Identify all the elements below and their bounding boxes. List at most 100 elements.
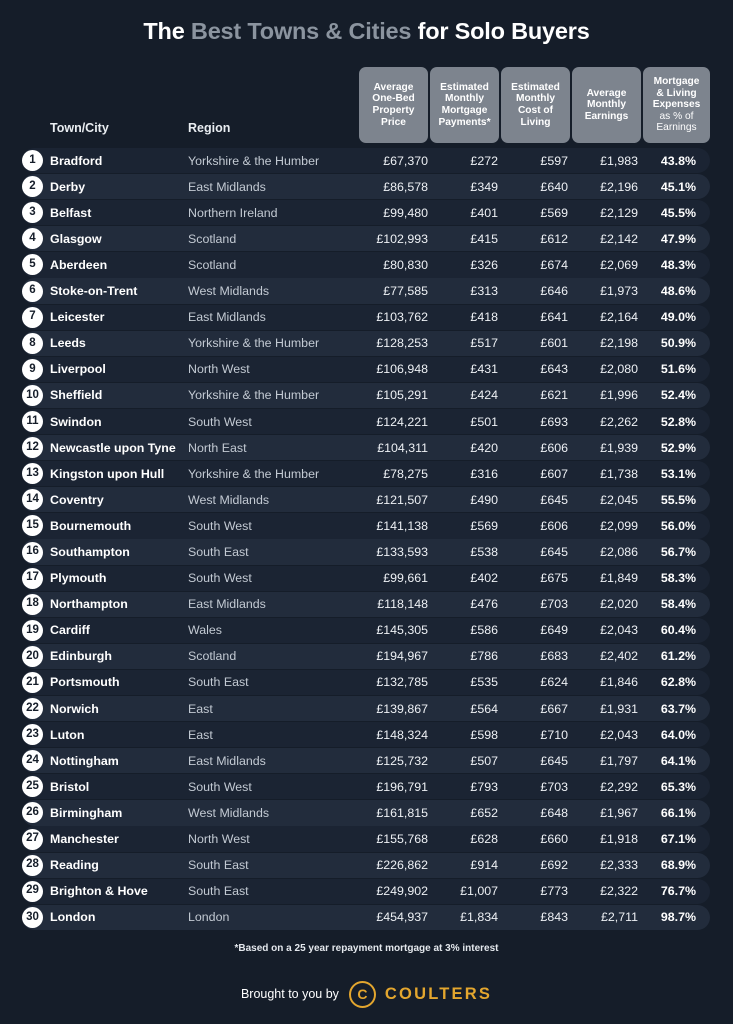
- town-name: Birmingham: [50, 800, 122, 825]
- region-name: South West: [188, 566, 252, 591]
- cost-of-living-value: £601: [500, 331, 568, 356]
- mortgage-value: £272: [430, 148, 498, 173]
- header-line: Expenses: [653, 99, 701, 111]
- property-price-value: £77,585: [334, 278, 428, 303]
- cost-of-living-value: £606: [500, 435, 568, 460]
- town-name: Reading: [50, 853, 99, 878]
- table-row: 8LeedsYorkshire & the Humber£128,253£517…: [0, 331, 733, 357]
- rank-badge: 18: [22, 594, 43, 615]
- earnings-value: £2,099: [570, 513, 638, 538]
- expenses-percent: 48.3%: [640, 252, 696, 277]
- town-name: Northampton: [50, 592, 128, 617]
- header-line: & Living: [656, 88, 696, 100]
- town-name: Kingston upon Hull: [50, 461, 164, 486]
- region-name: West Midlands: [188, 800, 269, 825]
- property-price-value: £105,291: [334, 383, 428, 408]
- earnings-value: £2,198: [570, 331, 638, 356]
- property-price-value: £132,785: [334, 670, 428, 695]
- column-header-town: Town/City: [50, 121, 109, 135]
- region-name: East Midlands: [188, 174, 266, 199]
- property-price-value: £249,902: [334, 879, 428, 904]
- page-title: The Best Towns & Cities for Solo Buyers: [143, 18, 589, 45]
- brought-to-you-by-label: Brought to you by: [241, 987, 339, 1001]
- town-name: Southampton: [50, 539, 130, 564]
- header-line: as % of: [660, 111, 694, 123]
- rank-badge: 6: [22, 281, 43, 302]
- cost-of-living-value: £607: [500, 461, 568, 486]
- table-row: 14CoventryWest Midlands£121,507£490£645£…: [0, 487, 733, 513]
- table-row: 20EdinburghScotland£194,967£786£683£2,40…: [0, 644, 733, 670]
- expenses-percent: 62.8%: [640, 670, 696, 695]
- coulters-logo-icon: C: [349, 981, 376, 1008]
- footnote: *Based on a 25 year repayment mortgage a…: [0, 943, 733, 954]
- column-header-property-price: Average One-Bed Property Price: [359, 67, 428, 143]
- property-price-value: £141,138: [334, 513, 428, 538]
- mortgage-value: £564: [430, 696, 498, 721]
- town-name: Newcastle upon Tyne: [50, 435, 176, 460]
- rank-badge: 22: [22, 698, 43, 719]
- rank-badge: 28: [22, 855, 43, 876]
- earnings-value: £1,738: [570, 461, 638, 486]
- town-name: Nottingham: [50, 748, 119, 773]
- header-line: Living: [521, 117, 551, 129]
- expenses-percent: 45.1%: [640, 174, 696, 199]
- table-row: 30LondonLondon£454,937£1,834£843£2,71198…: [0, 905, 733, 931]
- town-name: Leeds: [50, 331, 86, 356]
- region-name: South West: [188, 774, 252, 799]
- header-line: Average: [374, 82, 414, 94]
- expenses-percent: 58.4%: [640, 592, 696, 617]
- town-name: Manchester: [50, 826, 119, 851]
- expenses-percent: 68.9%: [640, 853, 696, 878]
- table-row: 3BelfastNorthern Ireland£99,480£401£569£…: [0, 200, 733, 226]
- rank-badge: 11: [22, 411, 43, 432]
- property-price-value: £454,937: [334, 905, 428, 930]
- earnings-value: £1,931: [570, 696, 638, 721]
- table-row: 24NottinghamEast Midlands£125,732£507£64…: [0, 748, 733, 774]
- mortgage-value: £424: [430, 383, 498, 408]
- table-row: 26BirminghamWest Midlands£161,815£652£64…: [0, 800, 733, 826]
- expenses-percent: 56.7%: [640, 539, 696, 564]
- expenses-percent: 67.1%: [640, 826, 696, 851]
- property-price-value: £155,768: [334, 826, 428, 851]
- rank-badge: 27: [22, 829, 43, 850]
- property-price-value: £148,324: [334, 722, 428, 747]
- cost-of-living-value: £693: [500, 409, 568, 434]
- rank-badge: 7: [22, 307, 43, 328]
- earnings-value: £1,939: [570, 435, 638, 460]
- earnings-value: £1,967: [570, 800, 638, 825]
- table-row: 10SheffieldYorkshire & the Humber£105,29…: [0, 383, 733, 409]
- earnings-value: £1,797: [570, 748, 638, 773]
- region-name: Wales: [188, 618, 222, 643]
- table-row: 1BradfordYorkshire & the Humber£67,370£2…: [0, 148, 733, 174]
- rank-badge: 8: [22, 333, 43, 354]
- region-name: South East: [188, 539, 249, 564]
- mortgage-value: £786: [430, 644, 498, 669]
- expenses-percent: 76.7%: [640, 879, 696, 904]
- mortgage-value: £793: [430, 774, 498, 799]
- expenses-percent: 45.5%: [640, 200, 696, 225]
- cost-of-living-value: £703: [500, 592, 568, 617]
- cost-of-living-value: £683: [500, 644, 568, 669]
- region-name: North East: [188, 435, 247, 460]
- region-name: Scotland: [188, 252, 236, 277]
- mortgage-value: £1,007: [430, 879, 498, 904]
- table-row: 11SwindonSouth West£124,221£501£693£2,26…: [0, 409, 733, 435]
- cost-of-living-value: £703: [500, 774, 568, 799]
- earnings-value: £1,996: [570, 383, 638, 408]
- mortgage-value: £586: [430, 618, 498, 643]
- mortgage-value: £476: [430, 592, 498, 617]
- cost-of-living-value: £843: [500, 905, 568, 930]
- expenses-percent: 53.1%: [640, 461, 696, 486]
- earnings-value: £2,129: [570, 200, 638, 225]
- rank-badge: 12: [22, 437, 43, 458]
- region-name: South East: [188, 879, 249, 904]
- table-row: 19CardiffWales£145,305£586£649£2,04360.4…: [0, 618, 733, 644]
- expenses-percent: 48.6%: [640, 278, 696, 303]
- header-line: Mortgage: [442, 105, 488, 117]
- mortgage-value: £415: [430, 226, 498, 251]
- cost-of-living-value: £692: [500, 853, 568, 878]
- region-name: Northern Ireland: [188, 200, 278, 225]
- rank-badge: 29: [22, 881, 43, 902]
- expenses-percent: 47.9%: [640, 226, 696, 251]
- mortgage-value: £490: [430, 487, 498, 512]
